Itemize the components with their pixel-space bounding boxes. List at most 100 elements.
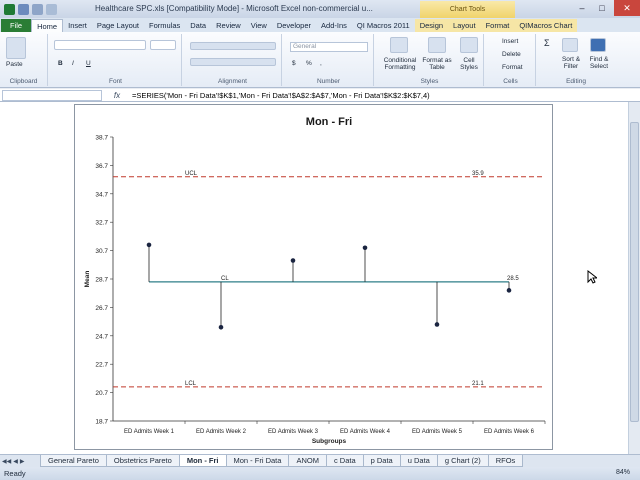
cell-styles-button[interactable]: Cell Styles	[456, 57, 482, 71]
data-point	[218, 324, 224, 330]
name-box[interactable]	[2, 89, 102, 101]
tab-formulas[interactable]: Formulas	[144, 19, 185, 32]
prev-sheet-icon[interactable]: ◀	[13, 458, 18, 465]
sheet-tab-rfos[interactable]: RFOs	[487, 455, 524, 467]
tab-design[interactable]: Design	[414, 19, 449, 32]
tab-developer[interactable]: Developer	[272, 19, 316, 32]
next-sheet-icon[interactable]: ▶	[20, 458, 25, 465]
sheet-tab-obstetrics-pareto[interactable]: Obstetrics Pareto	[105, 455, 180, 467]
find-select-button[interactable]: Find & Select	[584, 56, 614, 70]
status-bar: Ready 84%	[0, 467, 640, 480]
cell-styles-icon[interactable]	[460, 37, 478, 53]
styles-group-label: Styles	[420, 78, 439, 85]
lcl-value-label: 21.1	[472, 381, 484, 387]
group-cells: Insert Delete Format Cells	[486, 34, 536, 86]
tab-home[interactable]: Home	[31, 19, 64, 32]
conditional-formatting-icon[interactable]	[390, 37, 408, 53]
maximize-button[interactable]: □	[592, 0, 612, 16]
bold-button[interactable]: B	[58, 60, 63, 67]
ribbon-tabs: File Home Insert Page Layout Formulas Da…	[0, 18, 640, 32]
paste-icon[interactable]	[6, 37, 26, 59]
delete-button[interactable]: Delete	[502, 51, 521, 58]
format-button[interactable]: Format	[502, 64, 523, 71]
format-as-table-icon[interactable]	[428, 37, 446, 53]
chart-tools-context-label: Chart Tools	[420, 1, 515, 18]
x-tick-label: ED Admits Week 3	[268, 429, 319, 435]
font-size-select[interactable]	[150, 40, 176, 50]
sheet-tab-general-pareto[interactable]: General Pareto	[40, 455, 107, 467]
redo-icon[interactable]	[46, 3, 57, 15]
sheet-tab-c-data[interactable]: c Data	[325, 455, 364, 467]
cells-group-label: Cells	[503, 78, 518, 85]
comma-button[interactable]: ,	[320, 60, 322, 67]
quick-access-toolbar	[4, 3, 57, 15]
y-axis-title: Mean	[84, 271, 91, 288]
font-group-label: Font	[108, 78, 122, 85]
vertical-scrollbar[interactable]	[628, 102, 640, 454]
italic-button[interactable]: I	[72, 60, 74, 67]
x-tick-label: ED Admits Week 6	[484, 429, 535, 435]
underline-button[interactable]: U	[86, 60, 91, 67]
chart-svg: Mon - Fri 38.7 36.7 34.7 32.7 30.7 28.7 26.7 24.…	[84, 116, 546, 445]
y-tick-label: 32.7	[95, 220, 108, 227]
x-tick-label: ED Admits Week 2	[196, 429, 247, 435]
undo-icon[interactable]	[32, 3, 43, 15]
align-left-icon[interactable]	[190, 58, 276, 66]
sheet-tab-bar: ◀◀ ◀ ▶ General Pareto Obstetrics Pareto …	[0, 454, 640, 467]
tab-file[interactable]: File	[1, 19, 32, 32]
save-icon[interactable]	[18, 3, 29, 15]
tab-add-ins[interactable]: Add-Ins	[316, 19, 352, 32]
sheet-tab-mon-fri-data[interactable]: Mon - Fri Data	[225, 455, 290, 467]
currency-button[interactable]: $	[292, 60, 296, 67]
formula-input[interactable]: =SERIES('Mon - Fri Data'!$K$1,'Mon - Fri…	[132, 91, 430, 100]
excel-logo-icon	[4, 3, 15, 15]
font-name-select[interactable]	[54, 40, 146, 50]
tab-format[interactable]: Format	[480, 19, 515, 32]
sheet-tab-u-data[interactable]: u Data	[399, 455, 438, 467]
close-button[interactable]: ✕	[614, 0, 640, 16]
zoom-level[interactable]: 84%	[616, 469, 630, 476]
sheet-tab-g-chart-2[interactable]: g Chart (2)	[436, 455, 489, 467]
y-tick-label: 26.7	[95, 305, 108, 312]
insert-button[interactable]: Insert	[502, 38, 518, 45]
first-sheet-icon[interactable]: ◀◀	[2, 458, 11, 465]
sort-filter-icon[interactable]	[562, 38, 578, 52]
binoculars-icon[interactable]	[590, 38, 606, 52]
status-ready: Ready	[4, 469, 26, 478]
tab-data[interactable]: Data	[185, 19, 211, 32]
sheet-tab-mon-fri[interactable]: Mon - Fri	[178, 455, 227, 467]
alignment-group-label: Alignment	[218, 78, 247, 85]
paste-button[interactable]: Paste	[6, 61, 23, 68]
tab-qimacros-chart[interactable]: QIMacros Chart	[514, 19, 578, 32]
x-tick-label: ED Admits Week 4	[340, 429, 391, 435]
mouse-cursor-icon	[587, 270, 597, 284]
autosum-icon[interactable]: Σ	[544, 38, 550, 48]
tab-page-layout[interactable]: Page Layout	[92, 19, 144, 32]
group-clipboard: Paste Clipboard	[0, 34, 48, 86]
ribbon: Paste Clipboard B I U Font Alignment Gen…	[0, 32, 640, 88]
y-tick-label: 36.7	[95, 163, 108, 170]
sheet-tab-p-data[interactable]: p Data	[362, 455, 401, 467]
format-as-table-button[interactable]: Format as Table	[422, 57, 452, 71]
tab-view[interactable]: View	[246, 19, 272, 32]
percent-button[interactable]: %	[306, 60, 312, 67]
chart-title: Mon - Fri	[306, 116, 352, 128]
align-top-icon[interactable]	[190, 42, 276, 50]
minimize-button[interactable]: –	[572, 0, 592, 16]
group-font: B I U Font	[50, 34, 182, 86]
fx-button[interactable]: fx	[102, 91, 132, 100]
number-group-label: Number	[316, 78, 341, 85]
clipboard-group-label: Clipboard	[9, 78, 38, 85]
tab-insert[interactable]: Insert	[63, 19, 92, 32]
sort-filter-button[interactable]: Sort & Filter	[558, 56, 584, 70]
tab-layout[interactable]: Layout	[448, 19, 481, 32]
sheet-tab-anom[interactable]: ANOM	[288, 455, 327, 467]
tab-qi-macros[interactable]: QI Macros 2011	[352, 19, 415, 32]
tab-review[interactable]: Review	[211, 19, 246, 32]
conditional-formatting-button[interactable]: Conditional Formatting	[378, 57, 422, 71]
y-tick-label: 28.7	[95, 277, 108, 284]
control-chart[interactable]: Mon - Fri 38.7 36.7 34.7 32.7 30.7 28.7 26.7 24.…	[74, 104, 553, 450]
y-tick-label: 30.7	[95, 248, 108, 255]
number-format-select[interactable]: General	[290, 42, 368, 52]
scrollbar-thumb[interactable]	[630, 122, 639, 422]
